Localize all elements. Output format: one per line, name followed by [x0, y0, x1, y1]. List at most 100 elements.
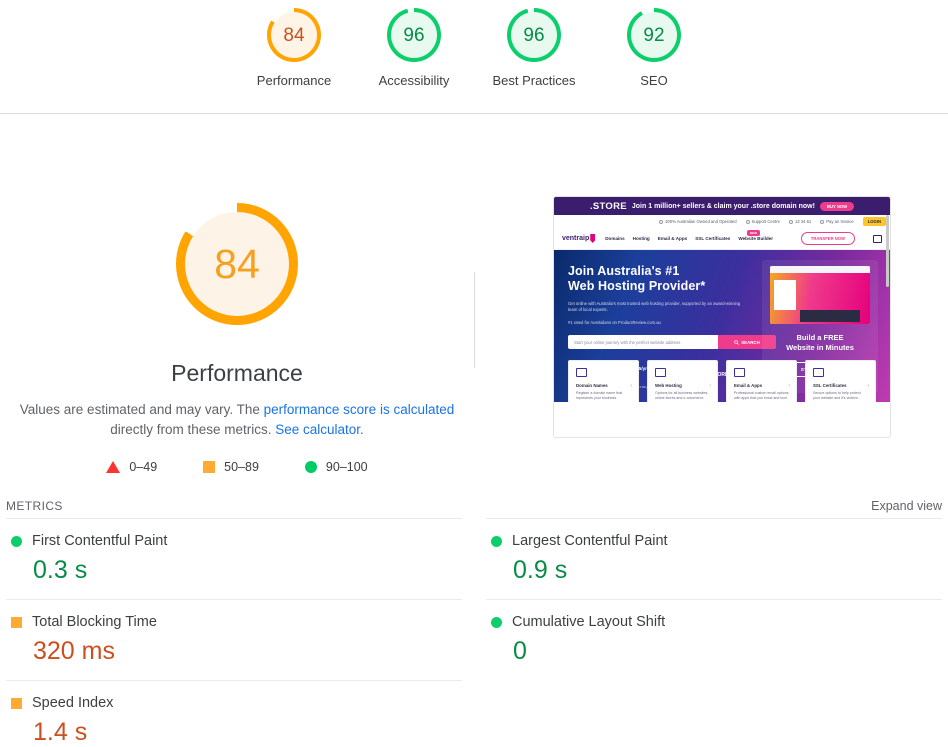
- thumb-search-input: Start your online journey with the perfe…: [568, 335, 718, 349]
- metrics-column-right: Largest Contentful Paint 0.9 s Cumulative …: [486, 518, 942, 680]
- thumb-panel-heading: Build a FREE Website in Minutes: [786, 333, 854, 352]
- thumb-card-title: Domain Names: [576, 383, 608, 388]
- thumb-card-desc: Register a domain name that represents y…: [576, 391, 623, 400]
- thumb-banner-text: Join 1 million+ sellers & claim your .st…: [631, 202, 815, 210]
- thumb-card-title: Web Hosting: [655, 383, 682, 388]
- metric-header: Speed Index: [6, 695, 462, 711]
- metric-value: 0.3 s: [33, 556, 88, 584]
- thumb-nav-item: Website Builder: [738, 236, 773, 241]
- final-screenshot-column: .STORE Join 1 million+ sellers & claim y…: [474, 115, 948, 490]
- thumb-card-title: Email & Apps: [734, 383, 763, 388]
- thumb-card-desc: Professional custom email options with a…: [734, 391, 789, 400]
- legend-range: 90–100: [325, 460, 368, 474]
- circle-status-icon: [491, 535, 502, 547]
- metric-row[interactable]: Speed Index 1.4 s: [6, 680, 462, 747]
- thumb-promo-banner: .STORE Join 1 million+ sellers & claim y…: [554, 197, 890, 215]
- performance-score-value: 84: [214, 240, 260, 287]
- gauge-label: Accessibility: [378, 73, 450, 88]
- circle-swatch-icon: [304, 461, 317, 473]
- performance-gauge-column: 84 Performance Values are estimated and …: [0, 115, 474, 490]
- performance-score-calculated-link[interactable]: performance score is calculated: [264, 402, 455, 417]
- performance-hero: 84 Performance Values are estimated and …: [0, 115, 948, 490]
- gauge-value: 96: [523, 24, 545, 46]
- thumb-util-label: Pay an Invoice: [826, 219, 854, 224]
- thumb-nav-item: Email & Apps: [657, 236, 688, 241]
- metric-name: Total Blocking Time: [32, 614, 157, 630]
- gauge-value: 96: [403, 24, 425, 46]
- gauge-label: Best Practices: [492, 73, 576, 88]
- expand-view-button[interactable]: Expand view: [871, 499, 942, 513]
- thumb-subtext: Get online with Australia's most trusted…: [568, 301, 741, 312]
- chevron-right-icon: ›: [788, 383, 790, 389]
- metrics-title: METRICS: [6, 498, 63, 513]
- see-calculator-link[interactable]: See calculator: [275, 422, 360, 437]
- metrics-column-left: First Contentful Paint 0.3 s Total Blockin…: [6, 518, 462, 747]
- thumb-util-item: 100% Australian Owned and Operated: [659, 219, 737, 224]
- invoice-icon: [820, 219, 825, 224]
- thumb-feature-card: Web Hosting Options for all business webs…: [647, 360, 718, 402]
- gauge-ring: 84: [267, 8, 321, 62]
- desc-text-1: Values are estimated and may vary. The: [19, 402, 264, 417]
- metric-name: First Contentful Paint: [32, 533, 168, 549]
- thumb-nav-item: SSL Certificates: [695, 236, 731, 241]
- gauge-inner: 84: [271, 12, 317, 58]
- metric-name: Speed Index: [32, 695, 114, 711]
- gauge-ring: 96: [507, 8, 561, 62]
- score-gauge-accessibility[interactable]: 96 Accessibility: [379, 8, 449, 88]
- metric-value: 1.4 s: [33, 718, 88, 746]
- score-summary-strip: 84 Performance 96 Accessibility 96 Best Pract…: [0, 0, 948, 114]
- metric-row[interactable]: Total Blocking Time 320 ms: [6, 599, 462, 680]
- legend-item: 90–100: [304, 460, 368, 474]
- metric-row[interactable]: Cumulative Layout Shift 0: [486, 599, 942, 680]
- legend-range: 50–89: [224, 460, 259, 474]
- metric-row[interactable]: Largest Contentful Paint 0.9 s: [486, 518, 942, 599]
- gauge-inner: 96: [391, 12, 437, 58]
- thumb-brand-logo: ventraip: [562, 234, 596, 243]
- metric-header: Total Blocking Time: [6, 614, 462, 630]
- thumb-util-label: Support Centre: [751, 219, 780, 224]
- email-icon: [734, 368, 745, 377]
- performance-description: Values are estimated and may vary. The p…: [18, 400, 456, 440]
- chevron-right-icon: ›: [867, 383, 869, 389]
- thumb-store-logo: .STORE: [589, 200, 627, 212]
- thumb-scrollbar: [886, 215, 889, 287]
- metric-value: 0: [513, 637, 527, 665]
- thumb-util-item: Support Centre: [745, 219, 780, 224]
- thumb-transfer-cta: TRANSFER NOW: [800, 232, 855, 245]
- thumb-nav-menu: Domains Hosting Email & Apps SSL Certificat…: [605, 236, 773, 241]
- metric-header: Cumulative Layout Shift: [486, 614, 942, 630]
- ssl-icon: [813, 368, 824, 377]
- hosting-icon: [655, 368, 666, 377]
- thumb-hero: Join Australia's #1 Web Hosting Provider…: [554, 250, 890, 402]
- square-status-icon: [11, 697, 22, 709]
- search-icon: [734, 339, 740, 345]
- chevron-right-icon: ›: [630, 383, 632, 389]
- thumb-nav-item: Hosting: [632, 236, 650, 241]
- phone-icon: [788, 219, 793, 224]
- gauge-label: Performance: [256, 73, 332, 88]
- thumb-login-button: LOGIN: [862, 217, 886, 226]
- domain-icon: [576, 368, 587, 377]
- metric-value: 0.9 s: [513, 556, 568, 584]
- square-status-icon: [11, 616, 22, 628]
- metric-header: First Contentful Paint: [6, 533, 462, 549]
- metric-header: Largest Contentful Paint: [486, 533, 942, 549]
- triangle-swatch-icon: [106, 461, 121, 473]
- score-gauge-best-practices[interactable]: 96 Best Practices: [492, 8, 576, 88]
- thumb-feature-card: Domain Names Register a domain name that …: [568, 360, 639, 402]
- metric-row[interactable]: First Contentful Paint 0.3 s: [6, 518, 462, 599]
- shield-icon: [659, 219, 664, 224]
- chevron-right-icon: ›: [709, 383, 711, 389]
- metric-name: Largest Contentful Paint: [512, 533, 668, 549]
- thumb-util-label: 13 34 61: [794, 219, 812, 224]
- circle-status-icon: [491, 616, 502, 628]
- thumb-domain-search: Start your online journey with the perfe…: [568, 335, 776, 349]
- brand-mark-icon: [590, 234, 596, 243]
- score-gauge-performance[interactable]: 84 Performance: [257, 8, 331, 88]
- circle-status-icon: [11, 535, 22, 547]
- gauge-label: SEO: [640, 73, 668, 88]
- score-gauge-seo[interactable]: 92 SEO: [627, 8, 681, 88]
- legend-item: 50–89: [203, 460, 259, 474]
- thumb-util-item: Pay an Invoice: [820, 219, 854, 224]
- thumb-new-badge: NEW: [747, 230, 760, 236]
